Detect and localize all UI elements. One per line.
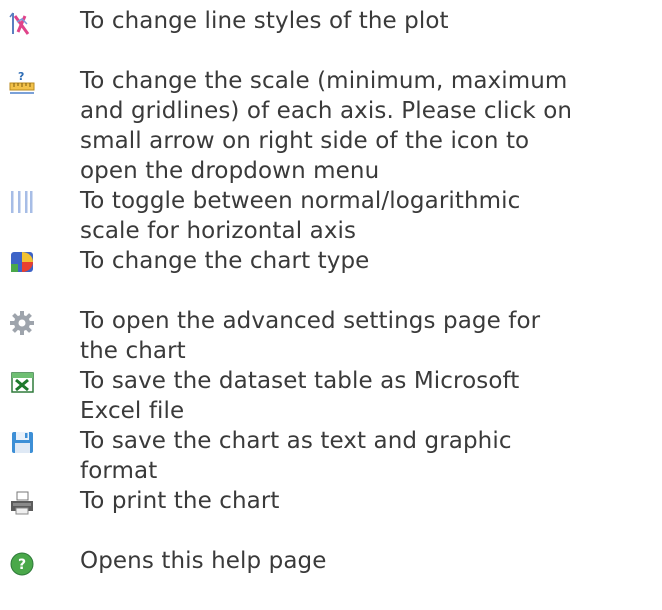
help-item-text: Opens this help page bbox=[80, 548, 327, 574]
help-item-text: To change the chart type bbox=[80, 248, 370, 274]
chart-type-icon bbox=[11, 252, 33, 272]
help-item-text: To save the dataset table as Microsoft E… bbox=[80, 368, 520, 424]
help-icon-legend: To change line styles of the plot ? To c… bbox=[0, 0, 662, 610]
help-item-text: To toggle between normal/logarithmic sca… bbox=[80, 188, 521, 244]
help-item-text: To print the chart bbox=[80, 488, 280, 514]
save-disk-icon bbox=[12, 432, 33, 453]
svg-text:?: ? bbox=[18, 557, 26, 573]
svg-text:?: ? bbox=[18, 70, 24, 83]
excel-icon bbox=[11, 372, 34, 393]
axis-scale-icon: ? bbox=[9, 70, 35, 94]
help-item-text: To change the scale (minimum, maximum an… bbox=[80, 68, 573, 184]
help-item-text: To change line styles of the plot bbox=[80, 8, 449, 34]
log-scale-icon bbox=[11, 191, 33, 213]
help-item-text: To save the chart as text and graphic fo… bbox=[80, 428, 512, 484]
print-icon bbox=[11, 491, 33, 515]
help-icon: ? bbox=[10, 552, 34, 576]
line-style-icon bbox=[9, 12, 30, 35]
help-item-text: To open the advanced settings page for t… bbox=[80, 308, 541, 364]
settings-gear-icon bbox=[10, 311, 34, 335]
